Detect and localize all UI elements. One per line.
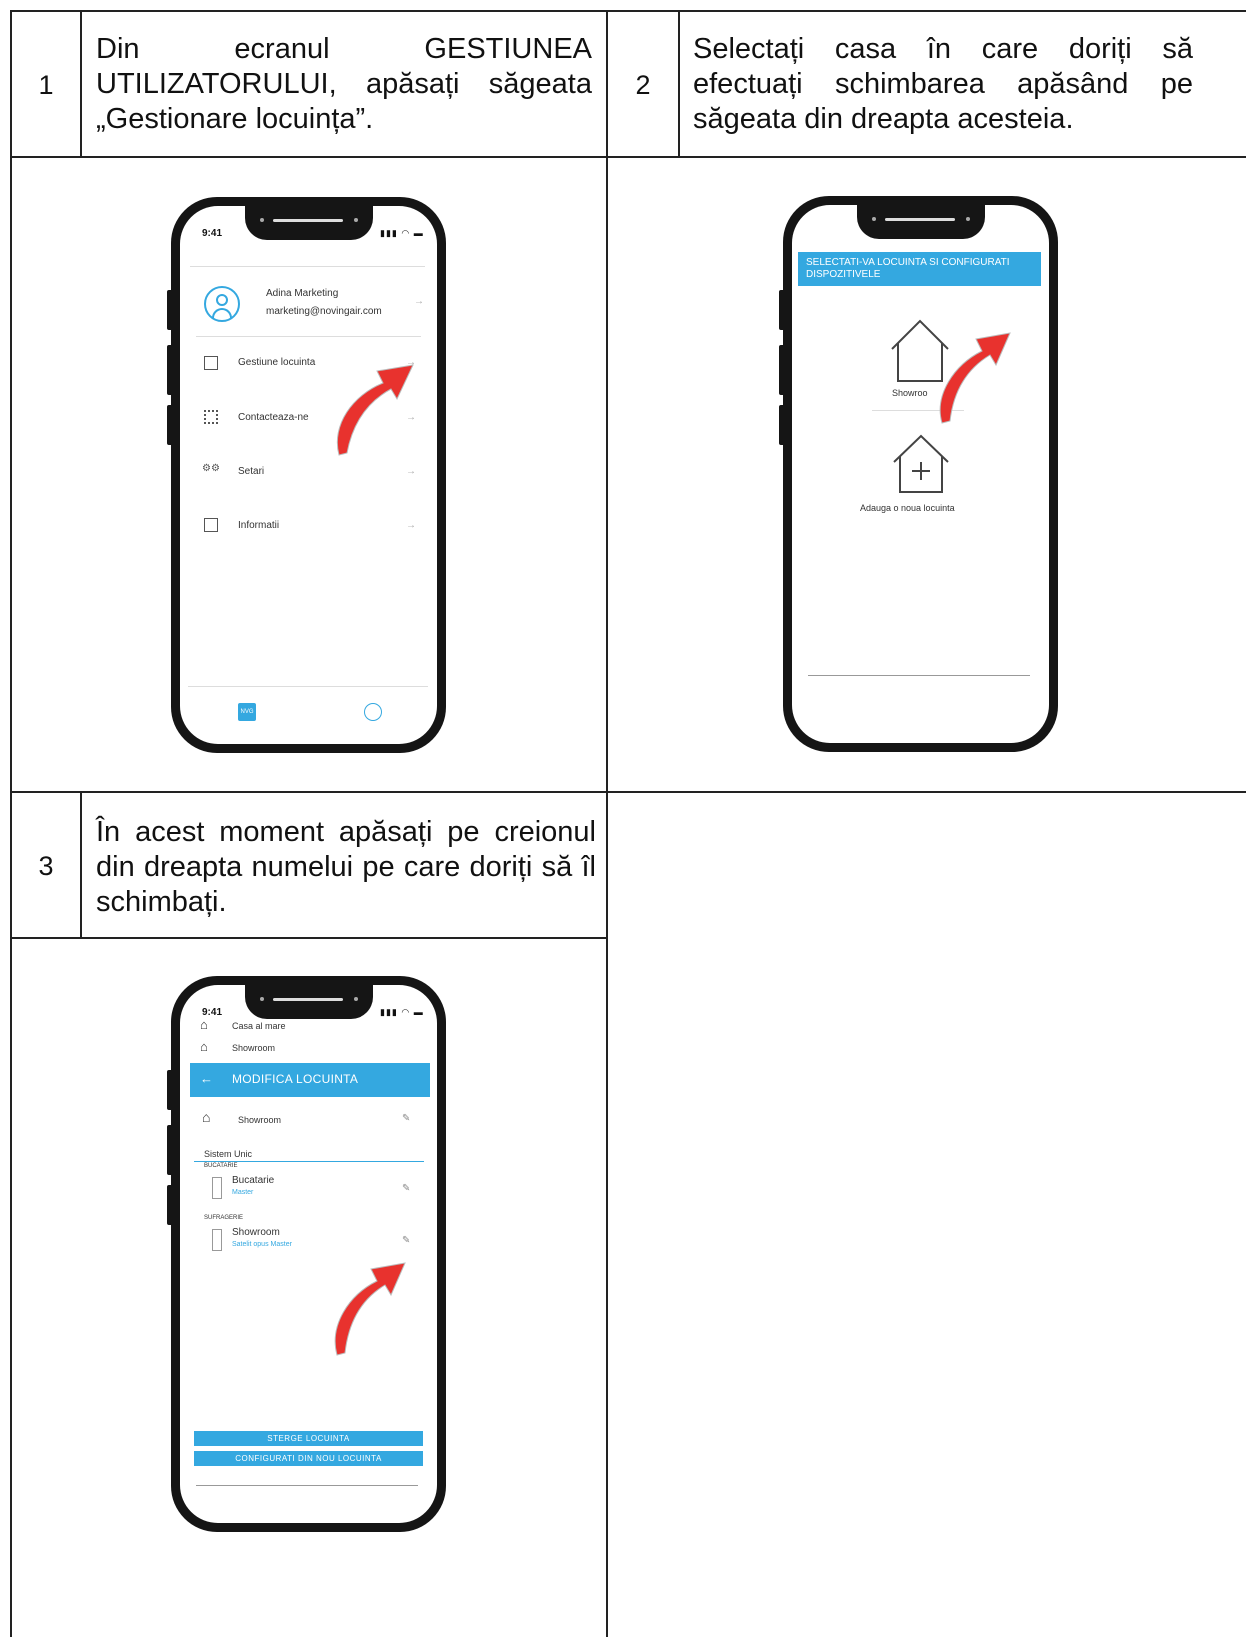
room-label: BUCATARIE <box>204 1163 238 1169</box>
info-icon <box>204 518 218 532</box>
step-number-2: 2 <box>635 70 651 100</box>
device-name: Showroom <box>232 1227 280 1238</box>
red-pointer-arrow-icon <box>939 332 1011 424</box>
nav-home-logo-icon[interactable]: NVG <box>238 703 256 721</box>
phone-screen: 9:41 ▮▮▮ ◠ ▬ ⌂ Casa al mare ⌂ Showroom ←… <box>180 985 437 1523</box>
room-label: SUFRAGERIE <box>204 1215 244 1221</box>
table-divider-row3 <box>10 937 608 939</box>
arrow-right-icon[interactable]: → <box>414 296 424 307</box>
system-label: Sistem Unic <box>204 1149 253 1159</box>
step-number-1: 1 <box>38 70 54 100</box>
step-text-3: În acest moment apăsați pe creionul din … <box>96 816 596 918</box>
phone-notch <box>244 985 373 1019</box>
back-arrow-icon[interactable]: ← <box>200 1071 213 1086</box>
add-house-label[interactable]: Adauga o noua locuinta <box>860 503 955 513</box>
table-border-top <box>10 10 1246 12</box>
device-role: Satelit opus Master <box>232 1241 292 1248</box>
menu-label: Setari <box>238 466 265 477</box>
menu-label: Informatii <box>238 520 280 531</box>
menu-label: Gestiune locuinta <box>238 357 316 368</box>
step-text-2: Selectați casa în care doriți să efectua… <box>693 33 1193 135</box>
num-col-divider-1 <box>80 10 82 157</box>
avatar-icon <box>204 286 240 322</box>
status-icons: ▮▮▮ ◠ ▬ <box>380 1007 424 1017</box>
device-role: Master <box>232 1189 254 1196</box>
add-house-icon[interactable] <box>890 430 952 496</box>
divider <box>196 336 421 337</box>
reconfigure-home-button[interactable]: CONFIGURATI DIN NOU LOCUINTA <box>194 1451 423 1466</box>
red-pointer-arrow-icon <box>334 1262 406 1356</box>
edit-pencil-icon[interactable]: ✎ <box>402 1235 410 1246</box>
house-icon: ⌂ <box>202 1109 211 1125</box>
header-title: SELECTATI-VA LOCUINTA SI CONFIGURATI DIS… <box>806 257 1010 280</box>
gears-icon: ⚙⚙ <box>202 463 220 474</box>
bg-home-item[interactable]: Showroom <box>232 1043 275 1053</box>
home-name: Showroom <box>238 1115 282 1125</box>
device-name: Bucatarie <box>232 1175 275 1186</box>
header-bar: SELECTATI-VA LOCUINTA SI CONFIGURATI DIS… <box>798 252 1041 286</box>
menu-label: Contacteaza-ne <box>238 412 309 423</box>
phone-notch <box>856 205 985 239</box>
num-col-divider-2 <box>678 10 680 157</box>
house-label[interactable]: Showroo <box>892 388 928 398</box>
device-icon <box>212 1229 222 1251</box>
red-pointer-arrow-icon <box>336 364 414 456</box>
table-divider-col-mid <box>606 10 608 1637</box>
phone-screen: SELECTATI-VA LOCUINTA SI CONFIGURATI DIS… <box>792 205 1049 743</box>
house-icon: ⌂ <box>200 1039 208 1054</box>
arrow-right-icon[interactable]: → <box>406 520 416 531</box>
status-icons: ▮▮▮ ◠ ▬ <box>380 228 424 238</box>
phone-mockup-3: 9:41 ▮▮▮ ◠ ▬ ⌂ Casa al mare ⌂ Showroom ←… <box>171 976 446 1532</box>
step-text-1: Din ecranul GESTIUNEA UTILIZATORULUI, ap… <box>96 33 592 135</box>
user-email: marketing@novingair.com <box>266 306 382 317</box>
table-divider-row1 <box>10 156 1246 158</box>
house-icon: ⌂ <box>200 1017 208 1032</box>
divider <box>808 675 1030 676</box>
phone-mockup-1: 9:41 ▮▮▮ ◠ ▬ Adina Marketing marketing@n… <box>171 197 446 753</box>
step-number-3: 3 <box>38 851 54 881</box>
header-bar: ← MODIFICA LOCUINTA <box>190 1063 430 1097</box>
qr-icon <box>204 410 218 424</box>
edit-pencil-icon[interactable]: ✎ <box>402 1183 410 1194</box>
num-col-divider-3 <box>80 792 82 938</box>
delete-home-button[interactable]: STERGE LOCUINTA <box>194 1431 423 1446</box>
divider <box>196 1485 418 1486</box>
menu-item-informatii[interactable]: Informatii → <box>180 514 435 544</box>
phone-mockup-2: SELECTATI-VA LOCUINTA SI CONFIGURATI DIS… <box>783 196 1058 752</box>
user-name: Adina Marketing <box>266 288 339 299</box>
header-title: MODIFICA LOCUINTA <box>232 1072 359 1086</box>
table-divider-row2 <box>10 791 1246 793</box>
divider <box>194 1161 424 1162</box>
house-icon <box>204 356 218 370</box>
arrow-right-icon[interactable]: → <box>406 466 416 477</box>
bg-home-item[interactable]: Casa al mare <box>232 1021 286 1031</box>
status-time: 9:41 <box>202 228 223 239</box>
edit-pencil-icon[interactable]: ✎ <box>402 1113 410 1124</box>
divider <box>190 266 425 267</box>
device-icon <box>212 1177 222 1199</box>
table-border-left <box>10 10 12 1637</box>
nav-profile-icon[interactable] <box>364 703 382 721</box>
phone-screen: 9:41 ▮▮▮ ◠ ▬ Adina Marketing marketing@n… <box>180 206 437 744</box>
divider <box>188 686 428 687</box>
phone-notch <box>244 206 373 240</box>
